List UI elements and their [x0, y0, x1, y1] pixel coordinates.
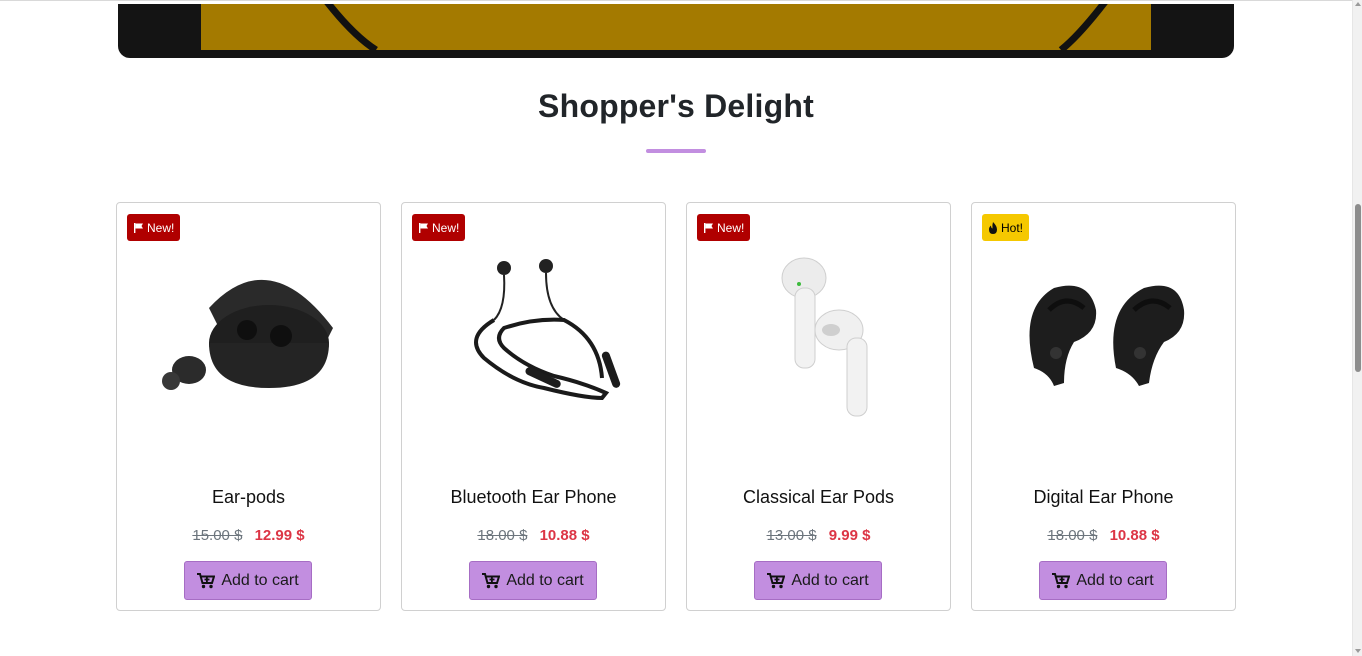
badge-new: New! [127, 214, 181, 241]
vertical-scrollbar[interactable] [1352, 0, 1362, 656]
price-row: 18.00 $ 10.88 $ [972, 527, 1235, 544]
badge-label: New! [717, 220, 745, 235]
badge-hot: Hot! [982, 214, 1030, 241]
add-to-cart-button[interactable]: Add to cart [469, 561, 597, 600]
product-name[interactable]: Classical Ear Pods [687, 487, 950, 508]
product-name[interactable]: Digital Ear Phone [972, 487, 1235, 508]
product-image-classical-ear-pods[interactable] [719, 248, 919, 448]
cart-icon [482, 572, 501, 588]
price-row: 13.00 $ 9.99 $ [687, 527, 950, 544]
fire-icon [989, 221, 997, 234]
badge-new: New! [697, 214, 751, 241]
old-price: 18.00 $ [1047, 527, 1098, 544]
old-price: 15.00 $ [192, 527, 243, 544]
old-price: 18.00 $ [477, 527, 528, 544]
product-name[interactable]: Bluetooth Ear Phone [402, 487, 665, 508]
section-title: Shopper's Delight [538, 88, 814, 124]
flag-icon [134, 223, 143, 233]
product-card-digital-ear-phone[interactable]: Hot! Digital Ear Phone 18.00 $ 10.88 $ A… [971, 202, 1236, 611]
title-underline [646, 149, 706, 153]
flag-icon [704, 223, 713, 233]
product-name[interactable]: Ear-pods [117, 487, 380, 508]
old-price: 13.00 $ [766, 527, 817, 544]
product-image-ear-pods[interactable] [149, 248, 349, 448]
add-to-cart-button[interactable]: Add to cart [754, 561, 882, 600]
hero-banner-image [201, 4, 1151, 50]
flag-icon [419, 223, 428, 233]
add-to-cart-button[interactable]: Add to cart [184, 561, 312, 600]
scrollbar-thumb[interactable] [1355, 204, 1361, 372]
cart-icon [197, 572, 216, 588]
add-to-cart-label: Add to cart [506, 571, 584, 589]
product-image-bluetooth-ear-phone[interactable] [434, 248, 634, 448]
scroll-up-arrow-icon[interactable] [1355, 2, 1361, 6]
add-to-cart-button[interactable]: Add to cart [1039, 561, 1167, 600]
sale-price: 9.99 $ [828, 527, 871, 544]
add-to-cart-label: Add to cart [1076, 571, 1154, 589]
price-row: 18.00 $ 10.88 $ [402, 527, 665, 544]
product-card-bluetooth-ear-phone[interactable]: New! Bluetooth Ear Phone 18.00 $ 10.88 $… [401, 202, 666, 611]
sale-price: 10.88 $ [1109, 527, 1160, 544]
product-card-ear-pods[interactable]: New! Ear-pods 15.00 $ 12.99 $ Add to car… [116, 202, 381, 611]
badge-label: Hot! [1001, 220, 1024, 235]
badge-label: New! [147, 220, 175, 235]
add-to-cart-label: Add to cart [791, 571, 869, 589]
hero-banner [118, 4, 1234, 58]
product-image-digital-ear-phone[interactable] [1004, 248, 1204, 448]
scroll-down-arrow-icon[interactable] [1355, 649, 1361, 653]
cart-icon [767, 572, 786, 588]
product-card-classical-ear-pods[interactable]: New! Classical Ear Pods 13.00 $ 9.99 $ A… [686, 202, 951, 611]
price-row: 15.00 $ 12.99 $ [117, 527, 380, 544]
badge-label: New! [432, 220, 460, 235]
cart-icon [1052, 572, 1071, 588]
badge-new: New! [412, 214, 466, 241]
sale-price: 12.99 $ [254, 527, 305, 544]
add-to-cart-label: Add to cart [221, 571, 299, 589]
sale-price: 10.88 $ [539, 527, 590, 544]
